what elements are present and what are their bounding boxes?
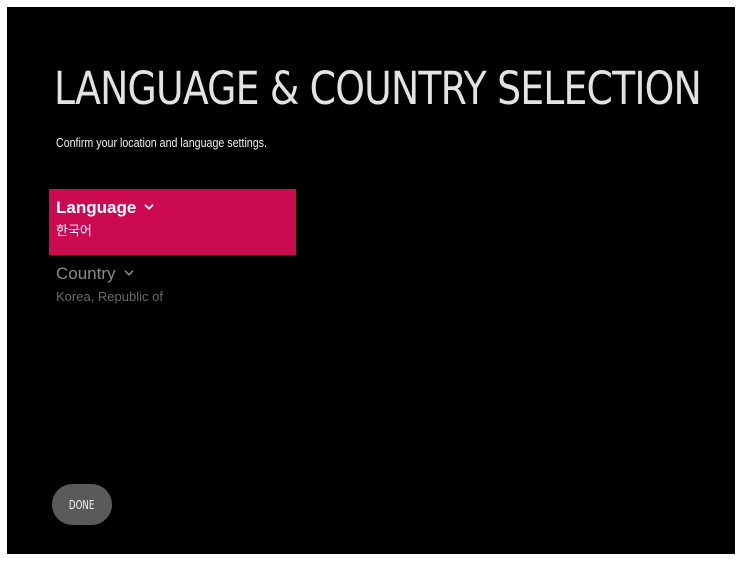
language-header: Language [56, 197, 296, 219]
page-title: LANGUAGE & COUNTRY SELECTION [54, 62, 702, 115]
country-label: Country [56, 264, 116, 283]
chevron-down-icon [144, 202, 154, 212]
country-selector[interactable]: Country Korea, Republic of [49, 255, 296, 321]
done-button[interactable]: DONE [52, 484, 112, 525]
page-subtitle: Confirm your location and language setti… [56, 135, 267, 150]
chevron-down-icon [124, 268, 134, 278]
language-selector[interactable]: Language 한국어 [49, 189, 296, 255]
country-value: Korea, Republic of [56, 289, 163, 304]
language-value: 한국어 [56, 223, 92, 238]
country-header: Country [56, 263, 296, 285]
done-button-label: DONE [69, 497, 95, 512]
language-label: Language [56, 198, 137, 217]
setup-screen: LANGUAGE & COUNTRY SELECTION Confirm you… [7, 7, 735, 554]
